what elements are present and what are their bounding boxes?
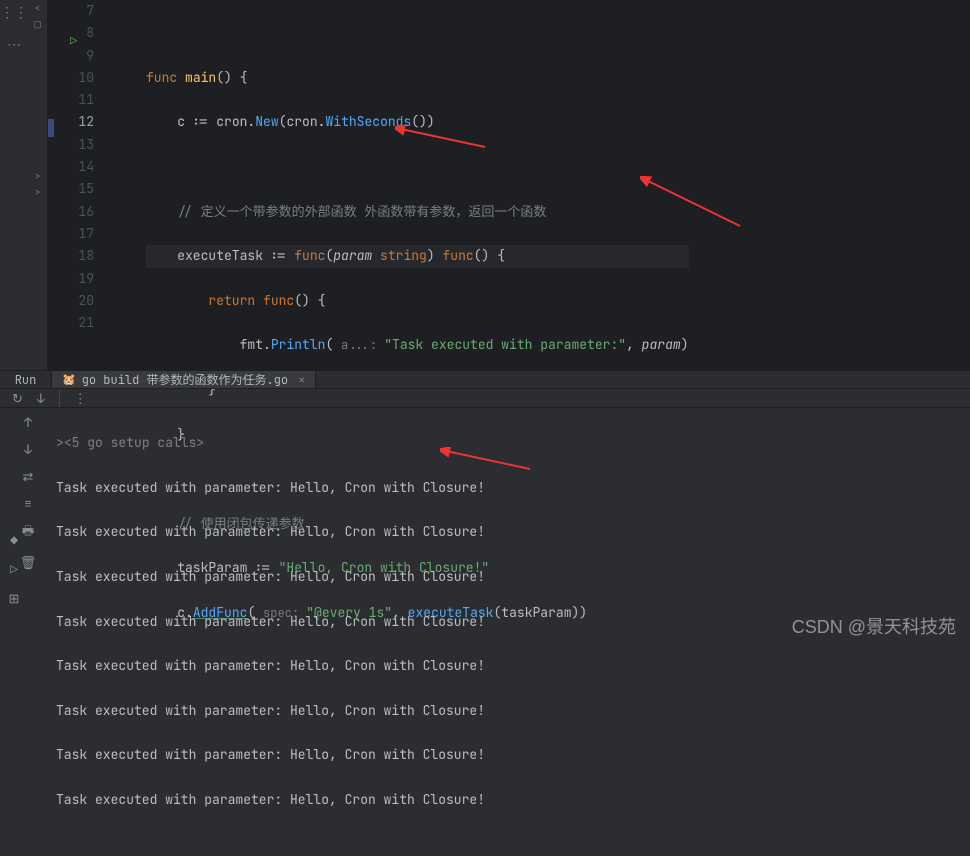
bottom-tool-rail[interactable]: ◆ ▷ ⊞	[0, 532, 28, 607]
line-number[interactable]: 11	[48, 89, 94, 111]
console-line: Task executed with parameter: Hello, Cro…	[56, 477, 485, 499]
line-number-gutter[interactable]: 7 8 9 10 11 12 13 14 15 16 17 18 19 20 2…	[48, 0, 112, 714]
stop-icon[interactable]: ↓	[37, 390, 45, 407]
console-line: Task executed with parameter: Hello, Cro…	[56, 611, 485, 633]
line-number[interactable]: 9	[48, 45, 94, 67]
line-number[interactable]: 20	[48, 290, 94, 312]
line-number[interactable]: 14	[48, 156, 94, 178]
rerun-icon[interactable]: ↻	[12, 390, 23, 407]
services-icon[interactable]: ◆	[10, 532, 18, 549]
soft-wrap-icon[interactable]: ⇄	[23, 468, 34, 485]
line-number[interactable]: 10	[48, 67, 94, 89]
line-number[interactable]: 8	[48, 22, 94, 44]
code-editor[interactable]: ▷ 7 8 9 10 11 12 13 14 15 16 17 18 19 20…	[48, 0, 970, 370]
project-strip[interactable]: < ▢ > >	[28, 0, 48, 370]
watermark: CSDN @景天科技苑	[792, 613, 956, 639]
run-tab-label: go build 带参数的函数作为任务.go	[82, 371, 288, 388]
console-line: Task executed with parameter: Hello, Cro…	[56, 700, 485, 722]
line-number[interactable]: 13	[48, 134, 94, 156]
scroll-up-icon[interactable]: ↑	[24, 414, 32, 431]
scroll-down-icon[interactable]: ↓	[24, 441, 32, 458]
line-number[interactable]: 21	[48, 312, 94, 334]
collapse-icon[interactable]: <	[28, 2, 47, 14]
line-number[interactable]: 12	[48, 111, 94, 133]
terminal-icon[interactable]: ⊞	[9, 590, 20, 607]
console-line: Task executed with parameter: Hello, Cro…	[56, 789, 485, 811]
run-label[interactable]: Run	[0, 371, 52, 388]
chevron-right-icon[interactable]: >	[28, 186, 47, 198]
run-icon[interactable]: ▷	[10, 561, 18, 578]
console-line: Task executed with parameter: Hello, Cro…	[56, 566, 485, 588]
console-line: Task executed with parameter: Hello, Cro…	[56, 655, 485, 677]
console-line: Task executed with parameter: Hello, Cro…	[56, 744, 485, 766]
structure-icon[interactable]: ⋮⋮	[0, 4, 28, 22]
line-number[interactable]: 17	[48, 223, 94, 245]
left-tool-rail[interactable]: ⋮⋮ ⋯	[0, 0, 28, 370]
run-toolbar: ↻ ↓ ⋮	[0, 389, 970, 408]
run-tool-window: Run 🐹 go build 带参数的函数作为任务.go × ↻ ↓ ⋮ ↑ ↓…	[0, 370, 970, 652]
chevron-right-icon[interactable]: >	[28, 170, 47, 182]
line-number[interactable]: 16	[48, 201, 94, 223]
filter-icon[interactable]: ≡	[24, 495, 32, 512]
close-icon[interactable]: ×	[298, 372, 305, 388]
line-number[interactable]: 18	[48, 245, 94, 267]
console-line: Task executed with parameter: Hello, Cro…	[56, 521, 485, 543]
line-number[interactable]: 19	[48, 268, 94, 290]
more-icon[interactable]: ⋯	[7, 36, 21, 54]
line-number[interactable]: 15	[48, 178, 94, 200]
console-output[interactable]: ><5 go setup calls> Task executed with p…	[56, 408, 485, 856]
module-icon[interactable]: ▢	[28, 18, 47, 30]
line-number[interactable]: 7	[48, 0, 94, 22]
tool-window-tabbar: Run 🐹 go build 带参数的函数作为任务.go ×	[0, 370, 970, 389]
